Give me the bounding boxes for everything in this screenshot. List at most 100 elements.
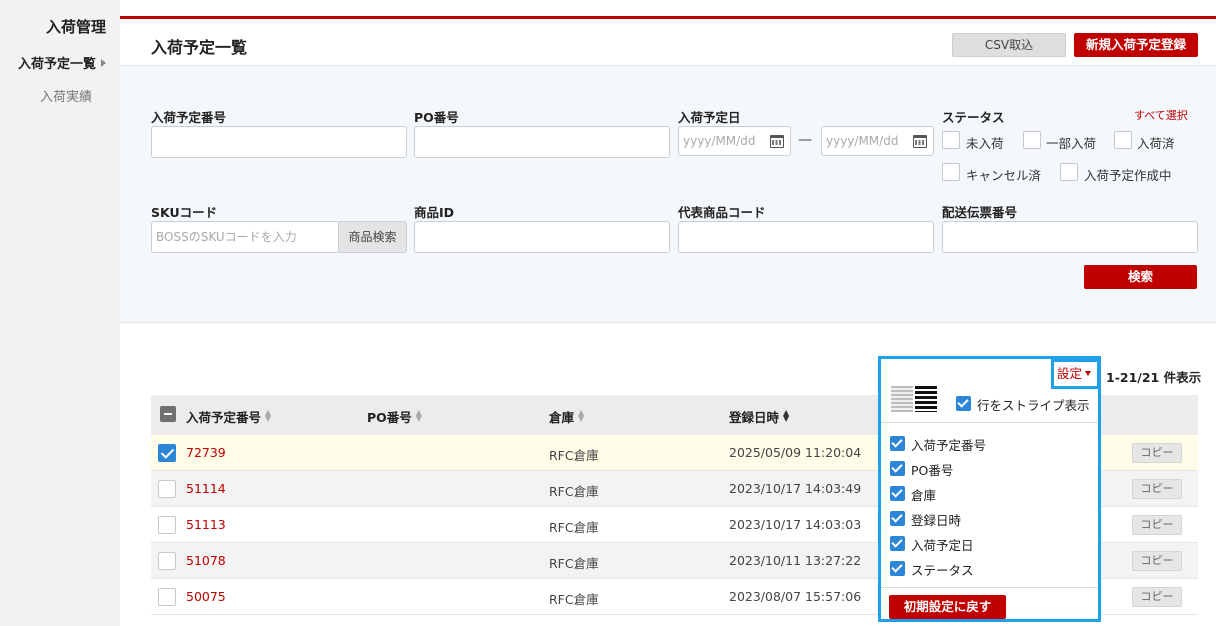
column-toggle-checkbox[interactable]: [890, 536, 905, 551]
column-header-warehouse[interactable]: 倉庫 ▲ ▼: [549, 407, 584, 426]
column-toggle-checkbox[interactable]: [890, 511, 905, 526]
caret-down-icon: [1085, 371, 1092, 376]
date-label: 入荷予定日: [678, 110, 741, 125]
column-settings-popup: 行をストライプ表示 入荷予定番号 PO番号 倉庫 登録日時 入荷予定日 ステータ…: [878, 356, 1101, 622]
status-label-partial: 一部入荷: [1046, 136, 1097, 151]
status-checkbox-partial[interactable]: [1023, 131, 1041, 149]
divider: [881, 587, 1098, 588]
copy-button[interactable]: コピー: [1132, 515, 1182, 535]
column-header-datetime[interactable]: 登録日時 ▲ ▼: [729, 407, 789, 426]
status-label-received: 入荷済: [1137, 136, 1175, 151]
date-from-input[interactable]: yyyy/MM/dd: [678, 126, 791, 156]
sort-icon: ▲ ▼: [415, 408, 422, 423]
column-header-po[interactable]: PO番号 ▲ ▼: [367, 407, 422, 426]
tracking-input[interactable]: [942, 221, 1198, 253]
new-receipt-plan-button[interactable]: 新規入荷予定登録: [1074, 33, 1198, 57]
sort-desc-icon: ▲ ▼: [783, 408, 790, 423]
row-checkbox[interactable]: [158, 588, 176, 606]
warehouse-cell: RFC倉庫: [549, 448, 599, 463]
page-header: 入荷予定一覧 CSV取込 新規入荷予定登録: [120, 19, 1216, 65]
column-toggle-label: ステータス: [911, 563, 974, 578]
sku-placeholder: BOSSのSKUコードを入力: [156, 230, 297, 244]
po-label: PO番号: [414, 110, 459, 125]
settings-button[interactable]: 設定: [1051, 359, 1100, 389]
date-to-input[interactable]: yyyy/MM/dd: [821, 126, 934, 156]
column-header-receipt-no[interactable]: 入荷予定番号 ▲ ▼: [186, 407, 271, 426]
column-toggle-label: 入荷予定番号: [911, 438, 987, 453]
column-header-label: PO番号: [367, 410, 412, 425]
status-label: ステータス: [942, 110, 1005, 125]
calendar-icon[interactable]: [913, 135, 927, 148]
copy-button[interactable]: コピー: [1132, 587, 1182, 607]
status-checkbox-not-received[interactable]: [942, 131, 960, 149]
rep-code-label: 代表商品コード: [678, 205, 766, 220]
date-separator: —: [798, 132, 812, 148]
column-header-label: 倉庫: [549, 410, 575, 425]
column-toggle-checkbox[interactable]: [890, 486, 905, 501]
warehouse-cell: RFC倉庫: [549, 592, 599, 607]
datetime-cell: 2025/05/09 11:20:04: [729, 445, 862, 460]
status-checkbox-cancelled[interactable]: [942, 163, 960, 181]
receipt-no-link[interactable]: 51113: [186, 517, 226, 532]
status-label-cancelled: キャンセル済: [966, 168, 1042, 183]
column-header-label: 登録日時: [729, 410, 780, 425]
row-checkbox[interactable]: [158, 444, 176, 462]
receipt-no-link[interactable]: 51114: [186, 481, 226, 496]
receipt-no-link[interactable]: 72739: [186, 445, 226, 460]
datetime-cell: 2023/10/11 13:27:22: [729, 553, 862, 568]
po-input[interactable]: [414, 126, 670, 158]
rep-code-input[interactable]: [678, 221, 934, 253]
copy-button[interactable]: コピー: [1132, 443, 1182, 463]
product-id-input[interactable]: [414, 221, 670, 253]
csv-import-button[interactable]: CSV取込: [952, 33, 1066, 57]
page-title: 入荷予定一覧: [151, 38, 248, 57]
sort-icon: ▲ ▼: [578, 408, 585, 423]
stripe-light-icon: [891, 386, 913, 412]
receipt-no-link[interactable]: 50075: [186, 589, 226, 604]
filter-panel: 入荷予定番号 PO番号 入荷予定日 yyyy/MM/dd — yyyy/MM/d…: [120, 65, 1216, 323]
sidebar-item-receipt-results[interactable]: 入荷実績: [40, 86, 92, 105]
warehouse-cell: RFC倉庫: [549, 520, 599, 535]
warehouse-cell: RFC倉庫: [549, 556, 599, 571]
reset-settings-button[interactable]: 初期設定に戻す: [889, 595, 1006, 619]
column-toggle-label: 入荷予定日: [911, 538, 974, 553]
datetime-cell: 2023/10/17 14:03:03: [729, 517, 862, 532]
stripe-rows-checkbox[interactable]: [956, 396, 971, 411]
search-button[interactable]: 検索: [1084, 265, 1197, 289]
column-toggle-checkbox[interactable]: [890, 461, 905, 476]
select-all-checkbox[interactable]: [160, 406, 176, 422]
status-label-not-received: 未入荷: [966, 136, 1004, 151]
select-all-link[interactable]: すべて選択: [1134, 107, 1188, 123]
column-toggle-label: 倉庫: [911, 488, 937, 503]
copy-button[interactable]: コピー: [1132, 551, 1182, 571]
sku-input[interactable]: BOSSのSKUコードを入力: [151, 221, 339, 253]
receipt-no-label: 入荷予定番号: [151, 110, 227, 125]
column-header-label: 入荷予定番号: [186, 410, 262, 425]
product-search-button[interactable]: 商品検索: [339, 221, 407, 253]
product-id-label: 商品ID: [414, 205, 455, 220]
row-checkbox[interactable]: [158, 552, 176, 570]
sku-label: SKUコード: [151, 205, 218, 220]
status-checkbox-received[interactable]: [1114, 131, 1132, 149]
receipt-no-link[interactable]: 51078: [186, 553, 226, 568]
sidebar-item-receipt-plan-list[interactable]: 入荷予定一覧: [18, 53, 106, 72]
sidebar-title: 入荷管理: [45, 18, 106, 36]
datetime-cell: 2023/08/07 15:57:06: [729, 589, 862, 604]
warehouse-cell: RFC倉庫: [549, 484, 599, 499]
column-toggle-checkbox[interactable]: [890, 561, 905, 576]
sidebar: 入荷管理 入荷予定一覧 入荷実績: [0, 0, 120, 626]
datetime-cell: 2023/10/17 14:03:49: [729, 481, 862, 496]
calendar-icon[interactable]: [770, 135, 784, 148]
receipt-no-input[interactable]: [151, 126, 407, 158]
column-toggle-checkbox[interactable]: [890, 436, 905, 451]
tracking-label: 配送伝票番号: [942, 205, 1018, 220]
sidebar-item-label: 入荷予定一覧: [17, 57, 96, 72]
row-checkbox[interactable]: [158, 516, 176, 534]
status-checkbox-drafting[interactable]: [1060, 163, 1078, 181]
copy-button[interactable]: コピー: [1132, 479, 1182, 499]
caret-right-icon: [101, 59, 106, 67]
result-count: 1-21/21 件表示: [1106, 370, 1202, 385]
date-from-placeholder: yyyy/MM/dd: [683, 134, 756, 148]
settings-label: 設定: [1057, 366, 1083, 381]
row-checkbox[interactable]: [158, 480, 176, 498]
